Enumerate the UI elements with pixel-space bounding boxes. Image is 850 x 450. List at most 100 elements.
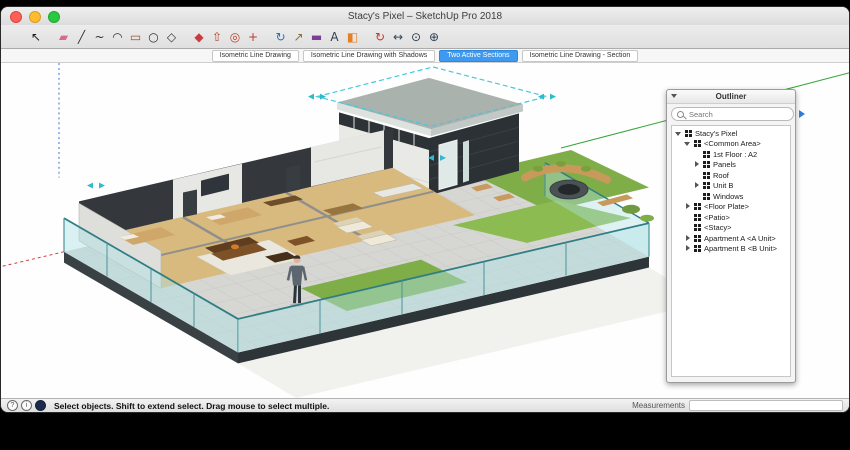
scene-tab-isometric-line-drawing-with-shadows[interactable]: Isometric Line Drawing with Shadows (302, 49, 436, 62)
rotate-tool-icon[interactable]: ↻ (273, 28, 288, 45)
viewport[interactable]: Outliner Stacy's Pixel<Common Area>1st F… (1, 63, 849, 398)
outliner-search-row (667, 104, 805, 123)
component-icon (703, 150, 710, 158)
circle-tool-icon[interactable]: ○ (146, 28, 161, 45)
door-sidelight (463, 140, 469, 183)
outliner-details-icon[interactable] (799, 110, 805, 118)
outliner-item-label: 1st Floor : A2 (713, 149, 758, 159)
toolbar: ↖ ▰ ╱ ~ ◠ ▭ ○ ◇ ◆ ⇧ ◎ + ↻ ↗ ▬ A ◧ ↻ ↔ ⊙ ⊕ (1, 25, 849, 49)
outliner-item[interactable]: Unit B (672, 181, 790, 192)
rectangle-tool-icon[interactable]: ▭ (128, 28, 143, 45)
orbit-tool-icon[interactable]: ↻ (373, 28, 388, 45)
scene-tab-isometric-line-drawing[interactable]: Isometric Line Drawing (211, 49, 299, 62)
disclosure-triangle-icon[interactable] (684, 203, 691, 210)
search-input[interactable] (687, 108, 788, 120)
arc-tool-icon[interactable]: ◠ (110, 28, 125, 45)
component-icon (703, 192, 710, 200)
pan-tool-icon[interactable]: ↔ (391, 28, 406, 45)
bush (640, 214, 654, 222)
outliner-item[interactable]: Stacy's Pixel (672, 128, 790, 139)
tape-measure-tool-icon[interactable]: ▬ (309, 28, 324, 45)
outliner-item-label: Apartment B <B Unit> (704, 244, 777, 254)
outliner-item-label: Roof (713, 170, 729, 180)
component-icon (703, 182, 710, 190)
polygon-tool-icon[interactable]: ◇ (164, 28, 179, 45)
select-tool-icon[interactable]: ↖ (29, 28, 44, 45)
outliner-item-label: Stacy's Pixel (695, 128, 738, 138)
component-icon (694, 203, 701, 211)
outliner-header[interactable]: Outliner (667, 90, 795, 104)
entry-door (438, 139, 458, 191)
text-tool-icon[interactable]: A (327, 28, 342, 45)
line-tool-icon[interactable]: ╱ (74, 28, 89, 45)
disclosure-triangle-icon[interactable] (684, 245, 691, 252)
scene-tab-isometric-line-drawing-section[interactable]: Isometric Line Drawing - Section (521, 49, 639, 62)
zoom-extents-tool-icon[interactable]: ⊕ (427, 28, 442, 45)
disclosure-triangle-icon[interactable] (693, 182, 700, 189)
outliner-item[interactable]: <Stacy> (672, 223, 790, 234)
minimize-window-icon[interactable] (29, 11, 41, 23)
component-icon (694, 245, 701, 253)
eraser-tool-icon[interactable]: ▰ (56, 28, 71, 45)
disclosure-triangle-icon[interactable] (675, 130, 682, 137)
statusbar-icons: ? i (7, 400, 49, 411)
outliner-item[interactable]: <Patio> (672, 212, 790, 223)
outliner-item-label: <Patio> (704, 212, 730, 222)
disclosure-triangle-icon[interactable] (693, 161, 700, 168)
measurements-input[interactable] (689, 400, 843, 411)
outliner-item-label: <Common Area> (704, 139, 761, 149)
component-icon (703, 171, 710, 179)
outliner-item[interactable]: Apartment B <B Unit> (672, 244, 790, 255)
component-icon (694, 234, 701, 242)
toolbar-icons: ↖ ▰ ╱ ~ ◠ ▭ ○ ◇ ◆ ⇧ ◎ + ↻ ↗ ▬ A ◧ ↻ ↔ ⊙ ⊕ (27, 28, 443, 45)
help-icon[interactable]: ? (7, 400, 18, 411)
component-icon (685, 129, 692, 137)
push-pull-tool-icon[interactable]: ⇧ (210, 28, 225, 45)
component-icon (703, 161, 710, 169)
scene-tab-two-active-sections[interactable]: Two Active Sections (439, 49, 518, 62)
outliner-item[interactable]: 1st Floor : A2 (672, 149, 790, 160)
outliner-item-label: Windows (713, 191, 744, 201)
disclosure-triangle-icon[interactable] (684, 234, 691, 242)
outliner-item[interactable]: <Floor Plate> (672, 202, 790, 213)
search-field[interactable] (671, 107, 794, 121)
outliner-item[interactable]: <Common Area> (672, 139, 790, 150)
status-message: Select objects. Shift to extend select. … (54, 400, 330, 411)
component-icon (694, 140, 701, 148)
measurements-area: Measurements (632, 400, 843, 411)
info-icon[interactable]: i (21, 400, 32, 411)
outliner-item-label: Panels (713, 160, 736, 170)
app-window: Stacy's Pixel – SketchUp Pro 2018 ↖ ▰ ╱ ~ ◠ ▭… (1, 7, 849, 412)
outliner-panel: Outliner Stacy's Pixel<Common Area>1st F… (666, 89, 805, 383)
scene-tabs-bar: Isometric Line Drawing Isometric Line Dra… (1, 49, 849, 63)
panel-collapse-icon[interactable] (671, 94, 677, 98)
geolocation-icon[interactable] (35, 400, 46, 411)
outliner-item-label: <Floor Plate> (704, 202, 750, 212)
outliner-item-label: Apartment A <A Unit> (704, 233, 776, 243)
bush (622, 204, 640, 214)
zoom-window-icon[interactable] (48, 11, 60, 23)
paint-bucket-tool-icon[interactable]: ◆ (192, 28, 207, 45)
outliner-item[interactable]: Apartment A <A Unit> (672, 233, 790, 244)
titlebar: Stacy's Pixel – SketchUp Pro 2018 (1, 7, 849, 25)
outliner-item[interactable]: Roof (672, 170, 790, 181)
outliner-item[interactable]: Windows (672, 191, 790, 202)
move-tool-icon[interactable]: + (246, 28, 261, 45)
section-plane-tool-icon[interactable]: ◧ (345, 28, 360, 45)
outliner-item-label: Unit B (713, 181, 734, 191)
scale-tool-icon[interactable]: ↗ (291, 28, 306, 45)
outliner-title: Outliner (715, 92, 747, 101)
disclosure-triangle-icon[interactable] (684, 140, 691, 147)
outliner-item[interactable]: Panels (672, 160, 790, 171)
close-window-icon[interactable] (10, 11, 22, 23)
throw-pillow (231, 244, 239, 250)
freehand-tool-icon[interactable]: ~ (92, 28, 107, 45)
component-icon (694, 224, 701, 232)
zoom-tool-icon[interactable]: ⊙ (409, 28, 424, 45)
offset-tool-icon[interactable]: ◎ (228, 28, 243, 45)
